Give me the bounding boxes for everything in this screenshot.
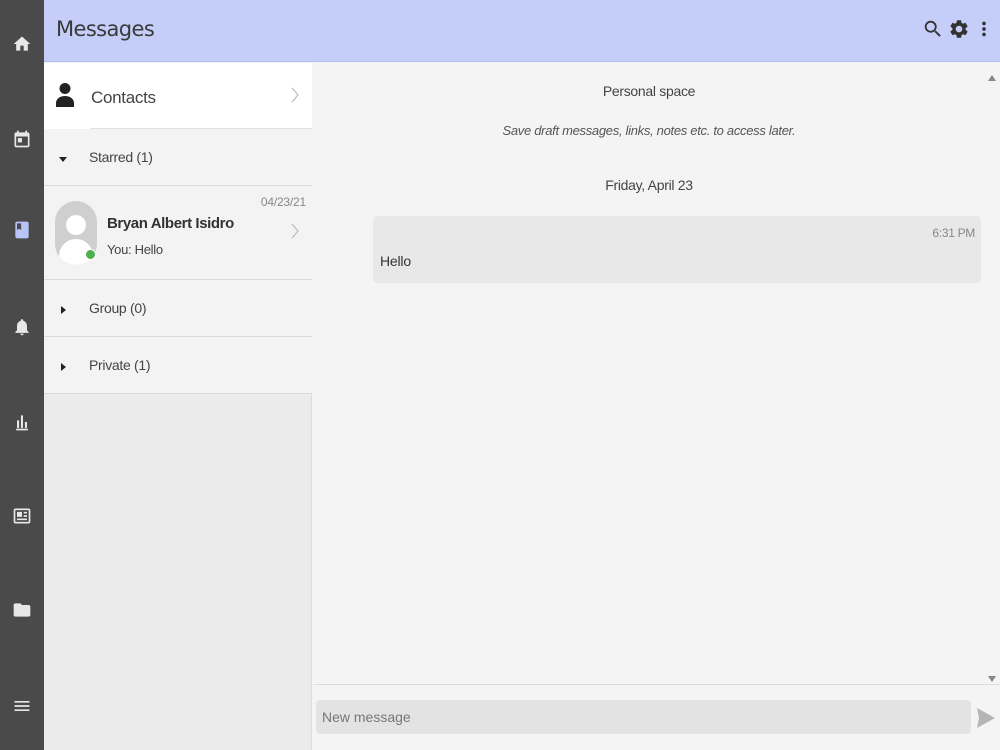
new-message-input[interactable] bbox=[316, 700, 971, 734]
rail-menu-button[interactable] bbox=[0, 686, 44, 726]
page-title: Messages bbox=[56, 17, 155, 41]
chat-date: 04/23/21 bbox=[260, 195, 306, 209]
section-private-title: Private (1) bbox=[89, 357, 151, 373]
search-button[interactable] bbox=[920, 16, 946, 42]
message-bubble[interactable]: 6:31 PM Hello bbox=[373, 216, 981, 283]
caret-down-icon bbox=[58, 151, 68, 162]
caret-right-icon bbox=[58, 359, 68, 371]
message-text: Hello bbox=[380, 253, 411, 269]
chevron-right-icon bbox=[290, 223, 300, 239]
menu-icon bbox=[14, 701, 30, 711]
rail-calendar-button[interactable] bbox=[0, 119, 44, 159]
gear-icon bbox=[950, 20, 968, 38]
news-icon bbox=[13, 508, 31, 524]
app-rail bbox=[0, 0, 44, 750]
section-private[interactable]: Private (1) bbox=[44, 337, 312, 394]
chevron-right-icon bbox=[290, 87, 300, 103]
message-time: 6:31 PM bbox=[932, 226, 975, 240]
settings-button[interactable] bbox=[946, 16, 972, 42]
bar-chart-icon bbox=[16, 415, 28, 431]
send-icon bbox=[977, 708, 995, 728]
rail-news-button[interactable] bbox=[0, 496, 44, 536]
contacts-label: Contacts bbox=[91, 88, 156, 107]
chat-name: Bryan Albert Isidro bbox=[107, 215, 234, 232]
rail-home-button[interactable] bbox=[0, 24, 44, 64]
search-icon bbox=[924, 20, 941, 37]
section-starred[interactable]: Starred (1) bbox=[44, 129, 312, 186]
message-composer bbox=[313, 684, 1000, 750]
more-vert-icon bbox=[982, 21, 986, 37]
date-separator: Friday, April 23 bbox=[605, 177, 693, 193]
more-options-button[interactable] bbox=[971, 16, 997, 42]
caret-right-icon bbox=[58, 302, 68, 314]
conversation-list-panel: Contacts Starred (1) Bryan Albert Isidro… bbox=[44, 63, 312, 750]
folder-icon bbox=[13, 603, 31, 617]
chat-preview: You: Hello bbox=[107, 242, 163, 257]
person-icon bbox=[55, 82, 75, 108]
send-button[interactable] bbox=[976, 707, 996, 729]
conversation-title: Personal space bbox=[602, 83, 696, 99]
conversation-subtitle: Save draft messages, links, notes etc. t… bbox=[502, 123, 796, 138]
scroll-up-arrow[interactable] bbox=[988, 69, 996, 81]
chat-list-item[interactable]: Bryan Albert Isidro You: Hello 04/23/21 bbox=[44, 186, 312, 280]
conversation-view: Personal space Save draft messages, link… bbox=[313, 63, 1000, 684]
scroll-down-arrow[interactable] bbox=[988, 670, 996, 682]
online-status-dot bbox=[85, 249, 96, 260]
app-header: Messages bbox=[44, 0, 1000, 62]
rail-files-button[interactable] bbox=[0, 590, 44, 630]
rail-messages-button[interactable] bbox=[0, 210, 44, 250]
rail-reports-button[interactable] bbox=[0, 402, 44, 442]
calendar-icon bbox=[14, 130, 30, 148]
messages-icon bbox=[15, 221, 29, 239]
bell-icon bbox=[15, 319, 29, 336]
home-icon bbox=[13, 36, 31, 51]
contacts-row[interactable]: Contacts bbox=[44, 63, 312, 129]
section-starred-title: Starred (1) bbox=[89, 149, 153, 165]
section-group-title: Group (0) bbox=[89, 300, 147, 316]
rail-notifications-button[interactable] bbox=[0, 307, 44, 347]
section-group[interactable]: Group (0) bbox=[44, 280, 312, 337]
